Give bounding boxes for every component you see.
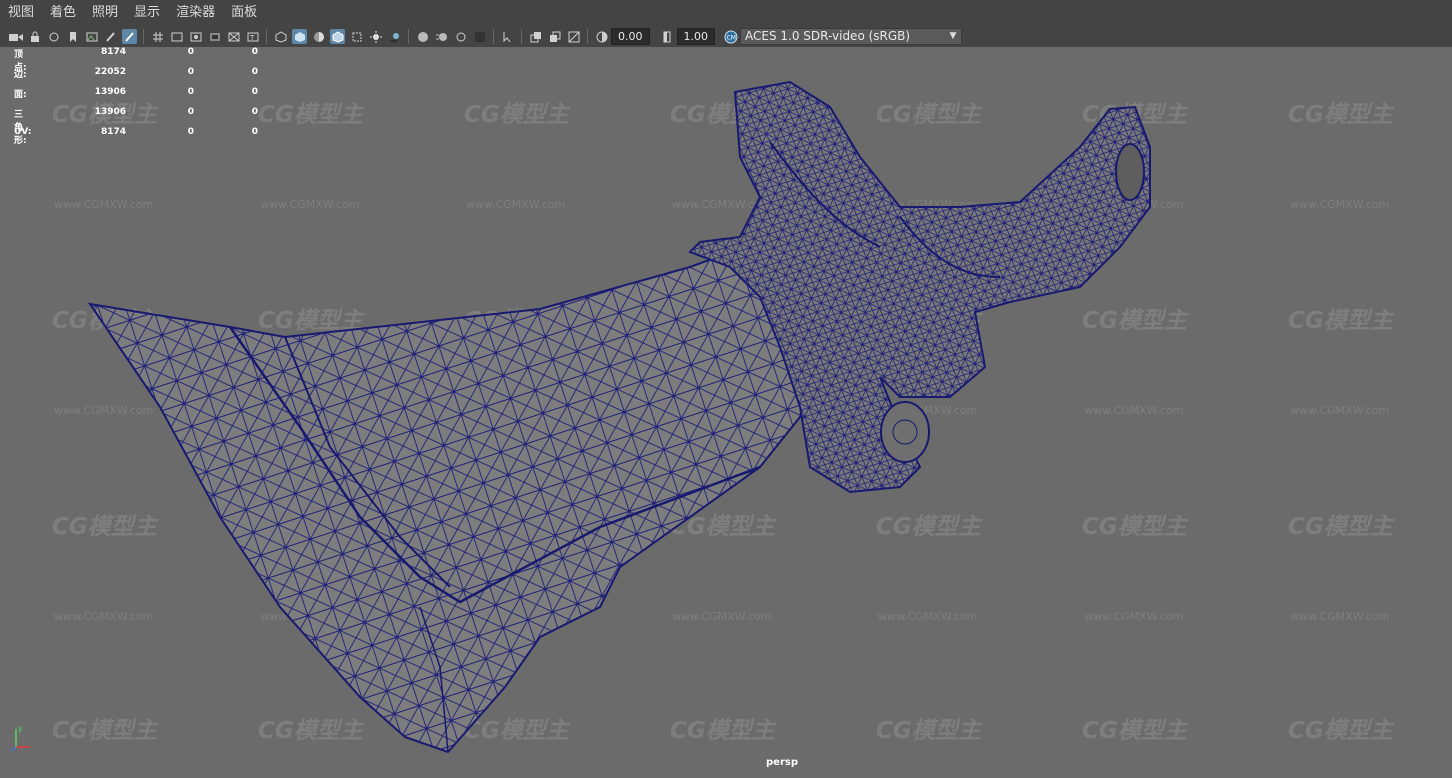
gamma-field[interactable]: 1.00 [676,28,715,45]
safe-title-icon[interactable]: T [245,29,260,44]
view-axis-gizmo: y [8,723,34,757]
pencil-active-icon[interactable] [122,29,137,44]
menu-lighting[interactable]: 照明 [84,0,126,26]
lock-camera-icon[interactable] [27,29,42,44]
wireframe-on-shaded-icon[interactable] [330,29,345,44]
gamma-icon[interactable] [660,29,675,44]
svg-text:CM: CM [726,34,735,41]
axis-y-label: y [18,724,23,733]
lights-icon[interactable] [368,29,383,44]
image-plane-icon[interactable] [84,29,99,44]
backface-icon[interactable] [566,29,581,44]
bookmark-icon[interactable] [65,29,80,44]
perspective-viewport[interactable]: CG模型主 CG模型主 CG模型主 CG模型主 CG模型主 CG模型主 CG模型… [0,47,1452,778]
field-chart-icon[interactable] [226,29,241,44]
screen-space-ao-icon[interactable] [415,29,430,44]
svg-text:T: T [249,34,255,42]
camera-name-label: persp [766,757,798,768]
toolbar-separator [408,29,409,44]
menu-bar: 视图 着色 照明 显示 渲染器 面板 [0,0,1452,27]
menu-panels[interactable]: 面板 [223,0,265,26]
menu-show[interactable]: 显示 [126,0,168,26]
use-default-material-icon[interactable] [311,29,326,44]
shadows-icon[interactable] [387,29,402,44]
camera-icon[interactable] [8,29,23,44]
color-space-dropdown[interactable]: ACES 1.0 SDR-video (sRGB) ▼ [740,28,962,45]
resolution-gate-icon[interactable] [188,29,203,44]
film-gate-icon[interactable] [169,29,184,44]
isolate-select-icon[interactable] [500,29,515,44]
panel-toolbar: T 0.00 1.00 CM ACES 1.0 SDR-video (sRGB)… [0,26,1452,48]
camera-attributes-icon[interactable] [46,29,61,44]
wireframe-icon[interactable] [273,29,288,44]
toolbar-separator [587,29,588,44]
toolbar-separator [266,29,267,44]
dagger-wireframe-model[interactable] [0,47,1452,778]
grease-pencil-icon[interactable] [103,29,118,44]
color-space-value: ACES 1.0 SDR-video (sRGB) [745,29,911,43]
grid-icon[interactable] [150,29,165,44]
smooth-shade-icon[interactable] [292,29,307,44]
gate-mask-icon[interactable] [207,29,222,44]
color-management-icon[interactable]: CM [723,29,738,44]
menu-shading[interactable]: 着色 [42,0,84,26]
menu-view[interactable]: 视图 [0,0,42,26]
xray-active-icon[interactable] [547,29,562,44]
chevron-down-icon: ▼ [949,31,957,41]
xray-icon[interactable] [349,29,364,44]
toolbar-separator [143,29,144,44]
anti-aliasing-icon[interactable] [453,29,468,44]
toolbar-separator [493,29,494,44]
blade [87,245,822,754]
xray-joints-icon[interactable] [528,29,543,44]
exposure-field[interactable]: 0.00 [611,28,650,45]
exposure-icon[interactable] [594,29,609,44]
toolbar-separator [521,29,522,44]
depth-of-field-icon[interactable] [472,29,487,44]
menu-renderer[interactable]: 渲染器 [168,0,223,26]
motion-blur-icon[interactable] [434,29,449,44]
